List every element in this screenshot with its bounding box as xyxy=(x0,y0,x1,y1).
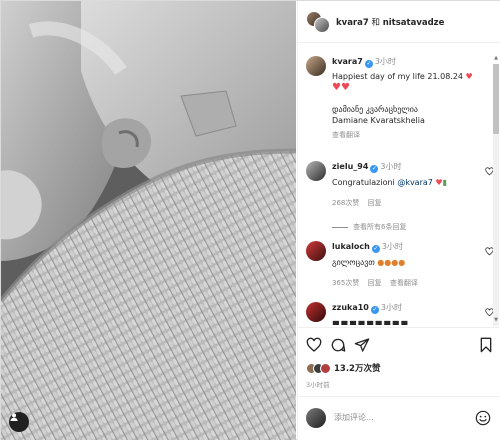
reply-button[interactable]: 回复 xyxy=(368,199,382,207)
comment-emoji-text: ■■■■■■■■■ xyxy=(332,319,410,325)
author-joiner: 和 xyxy=(371,17,380,28)
heart-icon[interactable] xyxy=(306,337,322,353)
author-link[interactable]: nitsatavadze xyxy=(383,18,445,28)
verified-badge-icon: ✓ xyxy=(364,60,373,68)
post-header: kvara7 和 nitsatavadze xyxy=(298,1,500,43)
comment-list[interactable]: kvara7 ✓ 3小时 Happiest day of my life 21.08… xyxy=(298,44,500,325)
caption-text: Damiane Kvaratskhelia xyxy=(332,116,425,125)
share-icon[interactable] xyxy=(354,337,370,353)
avatar[interactable] xyxy=(306,241,326,261)
see-translation-link[interactable]: 查看翻译 xyxy=(332,130,484,141)
comment-username[interactable]: zzuka10 xyxy=(332,303,369,312)
like-count[interactable]: 13.2万次赞 xyxy=(334,362,380,374)
comment-likes[interactable]: 365次赞 xyxy=(332,279,359,287)
heart-emoji: ♥ xyxy=(435,178,443,187)
emoji-icon[interactable] xyxy=(475,410,491,426)
comment: lukaloch ✓ 3小时 გილოცავთ ●●●● 365次赞 回复 查看翻译 xyxy=(306,241,494,297)
mention-link[interactable]: @kvara7 xyxy=(397,178,433,187)
comment-text: Congratulazioni xyxy=(332,178,395,187)
comment-icon[interactable] xyxy=(330,337,346,353)
collab-avatars[interactable] xyxy=(306,10,330,33)
comment-time[interactable]: 3小时 xyxy=(375,57,396,66)
comment-text: გილოცავთ xyxy=(332,258,375,267)
post-authors: kvara7 和 nitsatavadze xyxy=(336,16,444,28)
avatar xyxy=(320,362,331,374)
add-comment-bar: 添加评论... xyxy=(298,396,500,440)
comment: zzuka10 ✓ 3小时 ■■■■■■■■■ xyxy=(306,302,494,325)
post-timestamp[interactable]: 3小时前 xyxy=(306,379,330,389)
comment-username[interactable]: kvara7 xyxy=(332,57,363,66)
bookmark-icon[interactable] xyxy=(478,337,494,353)
comment-username[interactable]: lukaloch xyxy=(332,242,370,251)
avatar[interactable] xyxy=(306,56,326,76)
author-link[interactable]: kvara7 xyxy=(336,18,369,28)
comment-time[interactable]: 3小时 xyxy=(382,242,403,251)
scroll-up-arrow-icon[interactable]: ▲ xyxy=(493,55,499,61)
scroll-down-arrow-icon[interactable]: ▼ xyxy=(493,317,499,323)
post-photo[interactable] xyxy=(1,1,296,440)
comment: zielu_94 ✓ 3小时 Congratulazioni @kvara7 ♥▮ … xyxy=(306,161,494,237)
caption: kvara7 ✓ 3小时 Happiest day of my life 21.08… xyxy=(306,56,494,156)
heart-emoji: ♥ xyxy=(465,72,473,81)
view-replies-link[interactable]: 查看所有6条回复 xyxy=(332,222,406,232)
avatar[interactable] xyxy=(306,302,326,322)
bottle-emoji: ▮ xyxy=(442,178,447,187)
see-translation-link[interactable]: 查看翻译 xyxy=(390,279,418,287)
avatar[interactable] xyxy=(306,161,326,181)
tagged-accounts-icon[interactable] xyxy=(9,412,29,432)
heart-emoji: ♥♥ xyxy=(332,82,350,93)
avatar xyxy=(306,408,326,428)
caption-text: Happiest day of my life 21.08.24 xyxy=(332,72,463,81)
baby-photo-image xyxy=(1,1,296,440)
reply-button[interactable]: 回复 xyxy=(368,279,382,287)
comment-input[interactable]: 添加评论... xyxy=(334,412,374,423)
verified-badge-icon: ✓ xyxy=(370,306,379,314)
post-modal: kvara7 和 nitsatavadze kvara7 ✓ 3小时 Happies… xyxy=(0,0,500,440)
likes-summary[interactable]: 13.2万次赞 xyxy=(306,361,380,375)
avatar[interactable] xyxy=(314,16,330,33)
emoji-row: ●●●● xyxy=(377,258,406,267)
verified-badge-icon: ✓ xyxy=(370,165,379,173)
verified-badge-icon: ✓ xyxy=(371,245,380,253)
scrollbar-thumb[interactable] xyxy=(493,64,499,134)
comment-time[interactable]: 3小时 xyxy=(380,162,401,171)
comment-time[interactable]: 3小时 xyxy=(381,303,402,312)
post-side-panel: kvara7 和 nitsatavadze kvara7 ✓ 3小时 Happies… xyxy=(297,1,500,440)
action-bar xyxy=(298,327,500,361)
caption-text: დამიანე კვარაცხელია xyxy=(332,105,418,114)
comment-username[interactable]: zielu_94 xyxy=(332,162,368,171)
comment-likes[interactable]: 268次赞 xyxy=(332,199,359,207)
